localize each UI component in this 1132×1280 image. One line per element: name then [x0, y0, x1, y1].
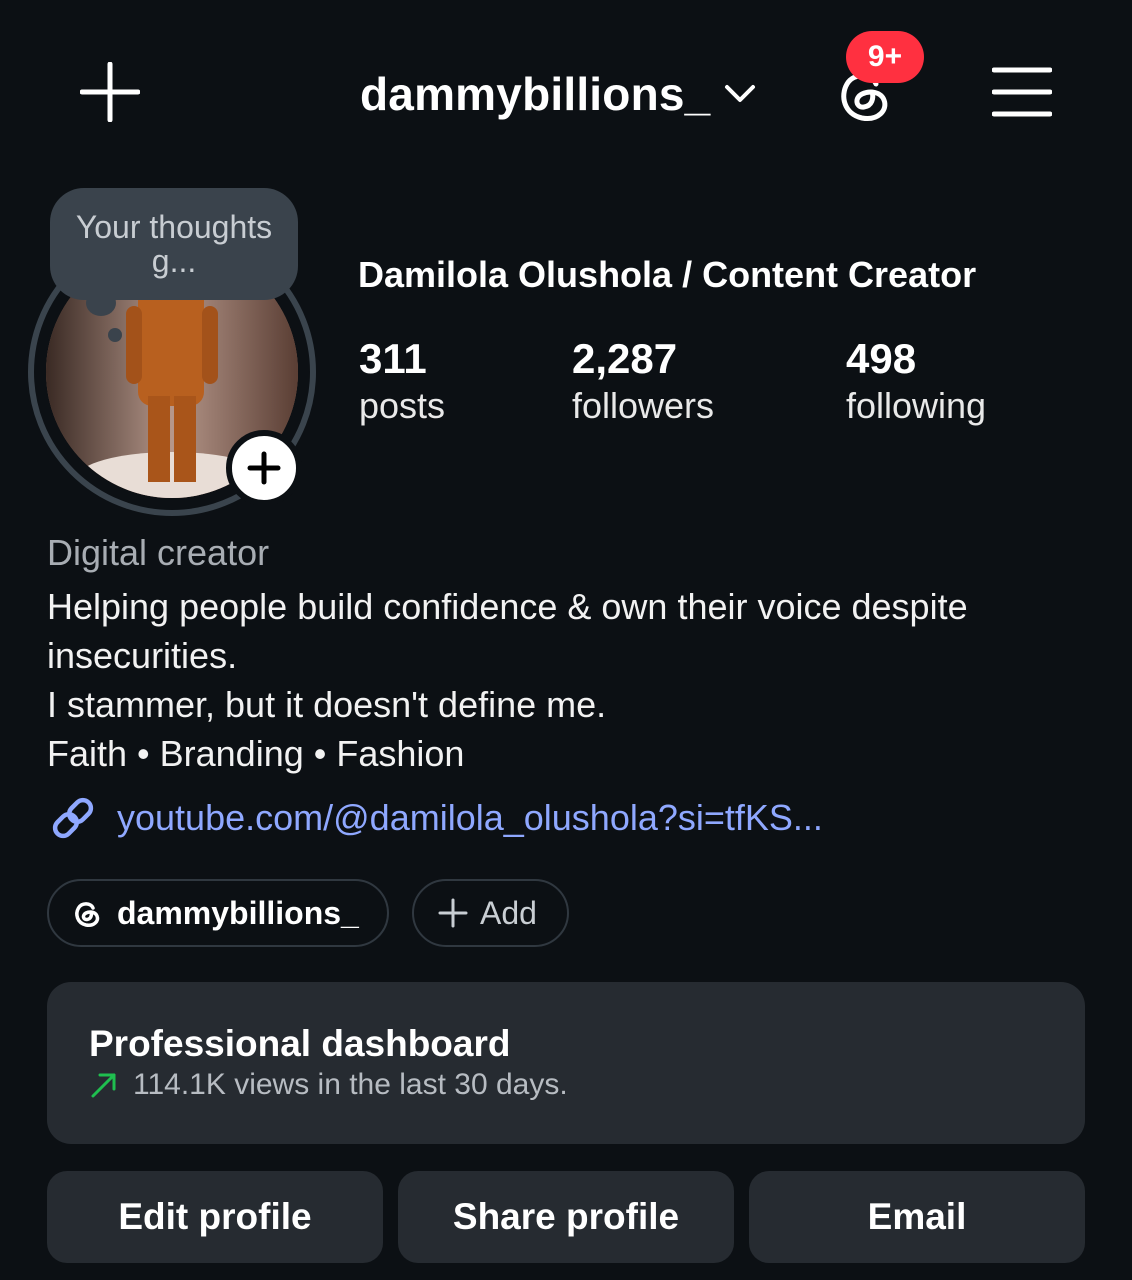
stat-value: 498	[846, 335, 917, 382]
stat-label: posts	[359, 385, 446, 426]
edit-profile-button[interactable]: Edit profile	[47, 1171, 383, 1263]
note-bubble-tail	[108, 328, 122, 342]
bio-line: insecurities.	[47, 635, 238, 676]
stat-posts[interactable]: 311 posts	[359, 334, 445, 428]
add-chip-label: Add	[480, 894, 537, 931]
profile-link-text: youtube.com/@damilola_olushola?si=tfKS..…	[117, 797, 823, 838]
header-username: dammybillions_	[360, 68, 711, 120]
share-profile-button[interactable]: Share profile	[398, 1171, 734, 1263]
threads-handle: dammybillions_	[117, 894, 359, 931]
bio-line: Helping people build confidence & own th…	[47, 586, 968, 627]
note-bubble[interactable]: Your thoughts g...	[50, 188, 298, 300]
threads-chip[interactable]: dammybillions_	[47, 879, 389, 947]
dashboard-subtitle-row: 114.1K views in the last 30 days.	[89, 1068, 1085, 1102]
note-text: Your thoughts g...	[75, 209, 273, 279]
bio-line: Faith • Branding • Fashion	[47, 733, 465, 774]
notification-badge: 9+	[846, 31, 924, 83]
account-switcher[interactable]: dammybillions_	[360, 62, 756, 126]
stat-label: followers	[572, 385, 715, 426]
trend-up-arrow-icon	[91, 1073, 116, 1098]
add-story-button[interactable]	[226, 430, 302, 506]
profile-bio: Helping people build confidence & own th…	[47, 582, 1097, 778]
menu-icon	[991, 67, 1053, 117]
stat-followers[interactable]: 2,287 followers	[572, 334, 714, 428]
dashboard-title: Professional dashboard	[89, 1023, 511, 1064]
chevron-down-icon	[725, 85, 756, 102]
dashboard-subtitle: 114.1K views in the last 30 days.	[133, 1068, 568, 1101]
profile-link[interactable]: youtube.com/@damilola_olushola?si=tfKS..…	[47, 792, 823, 844]
add-chip-button[interactable]: Add	[412, 879, 569, 947]
create-plus-button[interactable]	[79, 61, 141, 123]
plus-icon	[79, 61, 141, 123]
profile-full-name: Damilola Olushola / Content Creator	[358, 254, 977, 295]
stat-value: 311	[359, 335, 427, 382]
menu-button[interactable]	[991, 66, 1053, 118]
link-icon	[52, 797, 94, 839]
stat-following[interactable]: 498 following	[846, 334, 986, 428]
threads-icon	[75, 902, 100, 927]
stat-value: 2,287	[572, 335, 678, 382]
professional-dashboard[interactable]: Professional dashboard 114.1K views in t…	[47, 982, 1085, 1144]
plus-icon	[247, 451, 281, 485]
stat-label: following	[846, 385, 987, 426]
bio-line: I stammer, but it doesn't define me.	[47, 684, 607, 725]
profile-category: Digital creator	[47, 532, 270, 573]
email-button[interactable]: Email	[749, 1171, 1085, 1263]
plus-icon	[438, 898, 468, 928]
